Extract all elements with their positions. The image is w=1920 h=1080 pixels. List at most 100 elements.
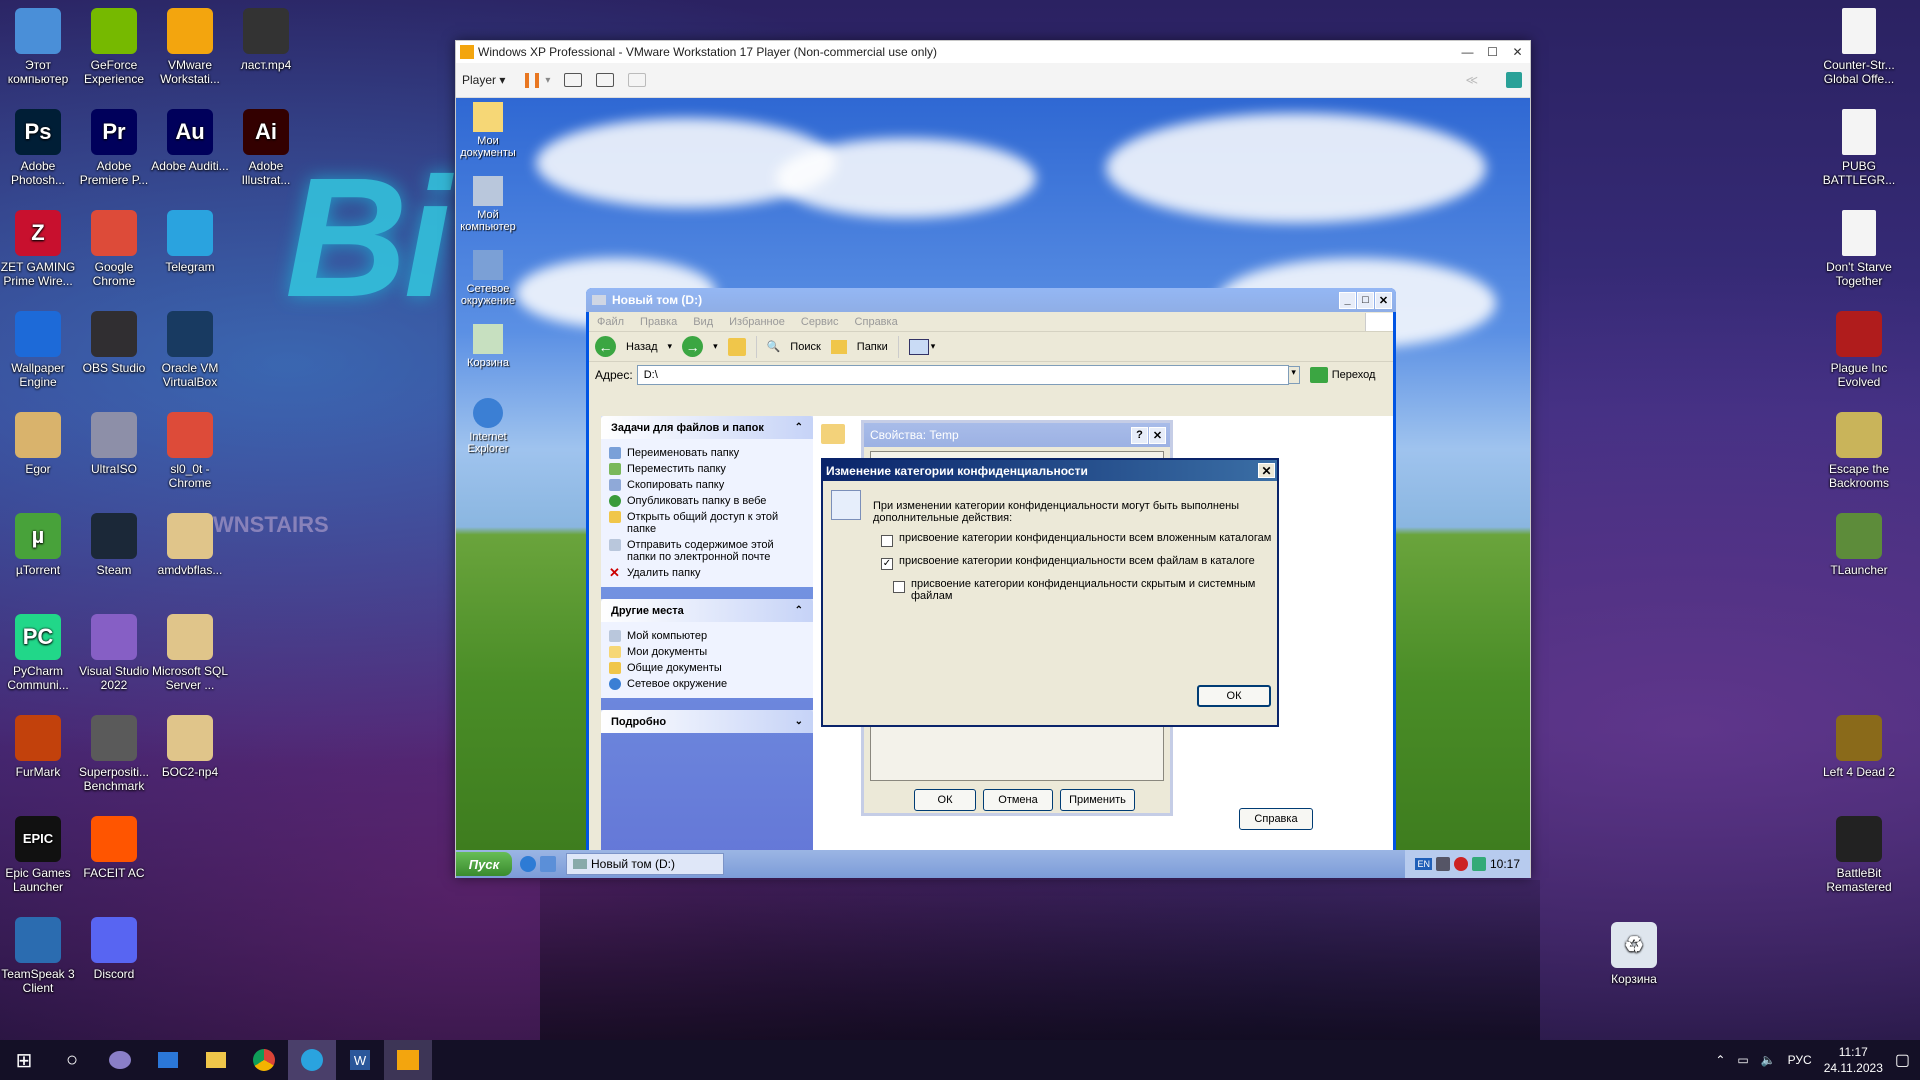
desktop-shortcut[interactable]: Wallpaper Engine [0, 307, 77, 389]
dialog-ok-button[interactable]: ОК [1197, 685, 1271, 707]
network-tray-icon[interactable] [1471, 857, 1486, 871]
desktop-shortcut[interactable]: TeamSpeak 3 Client [0, 913, 77, 995]
menu-edit[interactable]: Правка [640, 316, 677, 328]
close-button[interactable]: ✕ [1149, 426, 1166, 444]
desktop-shortcut[interactable]: Escape the Backrooms [1820, 408, 1898, 490]
menu-favorites[interactable]: Избранное [729, 316, 785, 328]
menu-tools[interactable]: Сервис [801, 316, 839, 328]
show-desktop-icon[interactable] [540, 856, 556, 872]
expand-chevron-icon[interactable]: ⌄ [795, 716, 803, 727]
recycle-bin-shortcut[interactable]: ♻ Корзина [1595, 918, 1673, 986]
back-button[interactable]: Назад [626, 341, 658, 353]
taskbar-vmware[interactable] [384, 1040, 432, 1080]
taskbar-app[interactable] [144, 1040, 192, 1080]
desktop-shortcut[interactable]: FurMark [0, 711, 77, 779]
task-move[interactable]: Переместить папку [609, 461, 805, 477]
desktop-shortcut[interactable]: Visual Studio 2022 [75, 610, 153, 692]
language-indicator[interactable]: EN [1415, 858, 1432, 870]
privacy-category-dialog[interactable]: Изменение категории конфиденциальности ✕… [821, 458, 1279, 727]
desktop-shortcut[interactable]: Oracle VM VirtualBox [151, 307, 229, 389]
xp-my-computer[interactable]: Мой компьютер [456, 176, 524, 233]
xp-internet-explorer[interactable]: Internet Explorer [456, 398, 524, 455]
start-button[interactable]: ⊞ [0, 1040, 48, 1080]
desktop-shortcut[interactable]: GeForce Experience [75, 4, 153, 86]
checkbox-hidden-system[interactable]: присвоение категории конфиденциальности … [893, 578, 1273, 602]
minimize-button[interactable]: — [1455, 45, 1480, 59]
properties-titlebar[interactable]: Свойства: Temp ? ✕ [864, 423, 1170, 447]
address-dropdown-icon[interactable]: ▾ [1287, 366, 1300, 384]
pause-dropdown-icon[interactable]: ▾ [545, 75, 550, 86]
pause-icon[interactable] [525, 72, 540, 88]
place-network[interactable]: Сетевое окружение [609, 676, 805, 692]
desktop-shortcut[interactable]: Steam [75, 509, 153, 577]
desktop-shortcut[interactable]: Этот компьютер [0, 4, 77, 86]
maximize-button[interactable]: ☐ [1480, 45, 1505, 59]
desktop-shortcut[interactable]: Egor [0, 408, 77, 476]
desktop-shortcut[interactable]: OBS Studio [75, 307, 153, 375]
checkbox-subfolders[interactable]: присвоение категории конфиденциальности … [881, 532, 1273, 547]
taskbar-word[interactable]: W [336, 1040, 384, 1080]
fullscreen-icon[interactable] [596, 73, 615, 87]
close-button[interactable]: ✕ [1375, 291, 1392, 309]
desktop-shortcut[interactable]: PUBG BATTLEGR... [1820, 105, 1898, 187]
details-header[interactable]: Подробно ⌄ [601, 710, 813, 733]
maximize-button[interactable]: □ [1357, 291, 1374, 309]
player-menu[interactable]: Player ▾ [462, 73, 505, 87]
folders-button[interactable]: Папки [857, 341, 888, 353]
alert-icon[interactable] [1453, 857, 1468, 871]
other-places-header[interactable]: Другие места ⌃ [601, 599, 813, 622]
task-delete[interactable]: ✕ Удалить папку [609, 565, 805, 581]
xp-recycle-bin[interactable]: Корзина [456, 324, 524, 369]
place-shared-documents[interactable]: Общие документы [609, 660, 805, 676]
dialog-titlebar[interactable]: Изменение категории конфиденциальности ✕ [823, 460, 1277, 481]
address-input[interactable]: D:\ [636, 365, 1289, 385]
props-help-button[interactable]: Справка [1239, 808, 1313, 830]
desktop-shortcut[interactable]: PC PyCharm Communi... [0, 610, 77, 692]
desktop-shortcut[interactable]: VMware Workstati... [151, 4, 229, 86]
desktop-shortcut[interactable]: Ps Adobe Photosh... [0, 105, 77, 187]
notifications-icon[interactable]: ▢ [1895, 1050, 1910, 1070]
desktop-shortcut[interactable]: Counter-Str... Global Offe... [1820, 4, 1898, 86]
volume-icon[interactable]: 🔈 [1761, 1053, 1776, 1067]
xp-network[interactable]: Сетевое окружение [456, 250, 524, 307]
network-icon[interactable]: ▭ [1737, 1053, 1748, 1067]
views-icon[interactable] [908, 338, 929, 355]
task-share[interactable]: Открыть общий доступ к этой папке [609, 509, 805, 537]
clock[interactable]: 11:17 24.11.2023 [1824, 1044, 1883, 1076]
desktop-shortcut[interactable]: BattleBit Remastered [1820, 812, 1898, 894]
desktop-shortcut[interactable]: sl0_0t - Chrome [151, 408, 229, 490]
desktop-shortcut[interactable]: БОС2-пр4 [151, 711, 229, 779]
desktop-shortcut[interactable]: Discord [75, 913, 153, 981]
task-publish[interactable]: Опубликовать папку в вебе [609, 493, 805, 509]
folder-icon[interactable] [821, 424, 845, 444]
desktop-shortcut[interactable]: Plague Inc Evolved [1820, 307, 1898, 389]
close-button[interactable]: ✕ [1258, 463, 1275, 478]
desktop-shortcut[interactable]: TLauncher [1820, 509, 1898, 577]
task-email[interactable]: Отправить содержимое этой папки по элект… [609, 537, 805, 565]
desktop-shortcut[interactable]: Ai Adobe Illustrat... [227, 105, 305, 187]
menu-view[interactable]: Вид [693, 316, 713, 328]
explorer-titlebar[interactable]: Новый том (D:) _ □ ✕ [586, 288, 1396, 312]
back-arrow-icon[interactable]: ← [595, 336, 616, 357]
search-button[interactable]: Поиск [790, 341, 820, 353]
taskbar-explorer[interactable] [192, 1040, 240, 1080]
props-apply-button[interactable]: Применить [1060, 789, 1135, 811]
menu-file[interactable]: Файл [597, 316, 624, 328]
checkbox-box[interactable]: ✓ [881, 558, 893, 570]
desktop-shortcut[interactable]: amdvbflas... [151, 509, 229, 577]
views-dropdown-icon[interactable]: ▾ [931, 341, 936, 352]
task-copy[interactable]: Скопировать папку [609, 477, 805, 493]
close-button[interactable]: ✕ [1505, 45, 1530, 59]
desktop-shortcut[interactable]: µ µTorrent [0, 509, 77, 577]
desktop-shortcut[interactable]: FACEIT AC [75, 812, 153, 880]
up-folder-icon[interactable] [727, 337, 746, 356]
desktop-shortcut[interactable]: Google Chrome [75, 206, 153, 288]
checkbox-box[interactable] [881, 535, 893, 547]
desktop-shortcut[interactable]: Pr Adobe Premiere P... [75, 105, 153, 187]
place-my-computer[interactable]: Мой компьютер [609, 628, 805, 644]
desktop-shortcut[interactable]: Left 4 Dead 2 [1820, 711, 1898, 779]
xp-start-button[interactable]: Пуск [456, 852, 512, 876]
collapse-chevron-icon[interactable]: ⌃ [795, 605, 803, 616]
internet-explorer-icon[interactable] [520, 856, 536, 872]
go-button[interactable]: Переход [1309, 367, 1375, 383]
